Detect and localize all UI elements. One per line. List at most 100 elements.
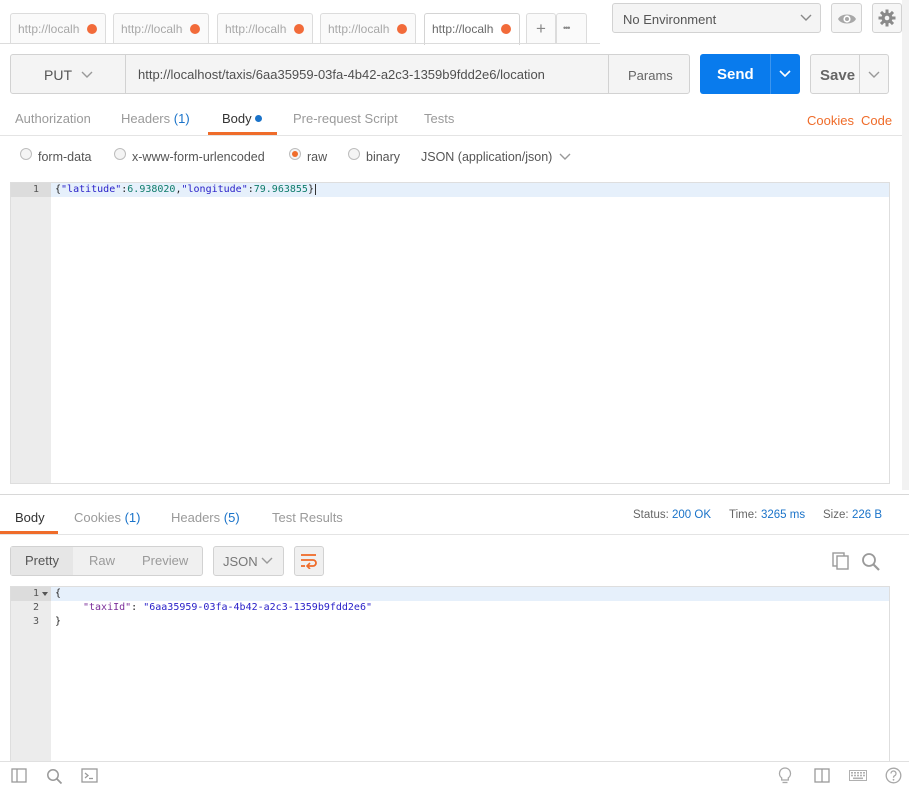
- line-number: 3: [32, 616, 39, 627]
- tab-headers[interactable]: Headers (1): [121, 111, 190, 126]
- more-tabs-button[interactable]: •••: [556, 13, 587, 44]
- keyboard-icon[interactable]: [849, 770, 867, 781]
- copy-icon[interactable]: [832, 552, 850, 570]
- response-tab-body[interactable]: Body: [15, 510, 45, 525]
- tab-label: http://localhost/taxis: [432, 22, 494, 36]
- send-options-button[interactable]: [770, 54, 800, 94]
- json-key: "latitude": [61, 184, 122, 195]
- response-tab-cookies-label: Cookies: [74, 510, 121, 525]
- active-line-highlight: [11, 587, 889, 601]
- radio-form-data[interactable]: [20, 148, 32, 160]
- tab-body[interactable]: Body: [222, 111, 262, 126]
- sidebar-toggle-icon[interactable]: [11, 768, 27, 783]
- unsaved-dot-icon[interactable]: [397, 24, 407, 34]
- tab-label: http://localhost/taxis: [225, 22, 287, 36]
- response-format-select[interactable]: JSON: [213, 546, 284, 576]
- fold-arrow-icon[interactable]: [42, 592, 48, 597]
- text-cursor: ​: [314, 184, 316, 195]
- json-number: 79.963855: [253, 184, 308, 195]
- manage-environments-button[interactable]: [872, 3, 902, 33]
- search-icon[interactable]: [46, 768, 63, 785]
- time-value[interactable]: 3265 ms: [761, 509, 805, 521]
- save-label: Save: [820, 67, 856, 84]
- two-pane-icon[interactable]: [814, 768, 830, 783]
- request-body-editor[interactable]: 1 {"latitude":6.938020,"longitude":79.96…: [10, 182, 890, 484]
- chevron-down-icon: [800, 14, 812, 21]
- request-tab[interactable]: http://localhost/taxis: [217, 13, 313, 44]
- size-label: Size:: [823, 509, 849, 521]
- content-type-value: JSON (application/json): [421, 150, 553, 164]
- wrap-lines-button[interactable]: [294, 546, 324, 576]
- size-value[interactable]: 226 B: [852, 509, 882, 521]
- view-raw-button[interactable]: Raw: [89, 553, 115, 568]
- json-number: 6.938020: [127, 184, 176, 195]
- format-value: JSON: [223, 554, 258, 569]
- radio-raw[interactable]: [289, 148, 301, 160]
- line-number: 1: [32, 184, 39, 195]
- search-icon[interactable]: [861, 552, 881, 572]
- chevron-down-icon: [81, 71, 93, 78]
- tab-bar-divider: [0, 43, 600, 44]
- json-brace: }: [55, 616, 62, 627]
- method-select[interactable]: PUT: [10, 54, 126, 94]
- request-tab[interactable]: http://localhost/taxis: [113, 13, 209, 44]
- form-data-label: form-data: [38, 150, 92, 164]
- gear-icon: [878, 9, 896, 27]
- save-button[interactable]: Save: [810, 54, 860, 94]
- params-label: Params: [628, 68, 673, 83]
- radio-urlencoded[interactable]: [114, 148, 126, 160]
- params-button[interactable]: Params: [608, 54, 690, 94]
- response-tab-cookies[interactable]: Cookies (1): [74, 510, 140, 525]
- unsaved-dot-icon[interactable]: [501, 24, 511, 34]
- environment-select[interactable]: No Environment: [612, 3, 821, 33]
- plus-icon: +: [536, 19, 546, 38]
- request-body-line: {"latitude":6.938020,"longitude":79.9638…: [55, 184, 316, 195]
- json-colon: :: [131, 602, 144, 613]
- unsaved-dot-icon[interactable]: [294, 24, 304, 34]
- subtab-divider: [0, 135, 909, 136]
- status-bar: [0, 762, 909, 787]
- response-body-viewer[interactable]: 1 2 3 { "taxiId": "6aa35959-03fa-4b42-a2…: [10, 586, 890, 762]
- unsaved-dot-icon[interactable]: [87, 24, 97, 34]
- line-number: 1: [32, 588, 39, 599]
- code-link[interactable]: Code: [861, 113, 892, 128]
- scrollbar[interactable]: [902, 0, 909, 490]
- tab-label: http://localhost/taxis: [18, 22, 80, 36]
- time-label: Time:: [729, 509, 758, 521]
- eye-icon: [838, 14, 856, 24]
- content-type-select[interactable]: JSON (application/json): [421, 150, 552, 164]
- json-brace: {: [55, 588, 62, 599]
- url-input[interactable]: http://localhost/taxis/6aa35959-03fa-4b4…: [125, 54, 609, 94]
- cookies-link[interactable]: Cookies: [807, 113, 854, 128]
- pane-splitter[interactable]: [0, 494, 909, 495]
- tab-authorization[interactable]: Authorization: [15, 111, 91, 126]
- help-icon[interactable]: [885, 767, 902, 784]
- new-tab-button[interactable]: +: [526, 13, 556, 44]
- chevron-down-icon[interactable]: [559, 153, 571, 161]
- tab-tests[interactable]: Tests: [424, 111, 454, 126]
- response-tab-headers-label: Headers: [171, 510, 221, 525]
- tab-pre-request-script[interactable]: Pre-request Script: [293, 111, 398, 126]
- radio-binary[interactable]: [348, 148, 360, 160]
- status-value[interactable]: 200 OK: [672, 509, 711, 521]
- lightbulb-icon[interactable]: [778, 767, 792, 785]
- request-tab[interactable]: http://localhost/taxis: [320, 13, 416, 44]
- unsaved-dot-icon[interactable]: [190, 24, 200, 34]
- urlencoded-label: x-www-form-urlencoded: [132, 150, 265, 164]
- response-tab-divider: [0, 534, 909, 535]
- request-tab-active[interactable]: http://localhost/taxis: [424, 13, 520, 45]
- chevron-down-icon: [779, 70, 791, 78]
- environment-quick-look-button[interactable]: [831, 3, 862, 33]
- save-options-button[interactable]: [859, 54, 889, 94]
- chevron-down-icon: [261, 557, 273, 564]
- chevron-down-icon: [868, 71, 880, 78]
- send-button[interactable]: Send: [700, 54, 770, 94]
- console-icon[interactable]: [81, 768, 98, 783]
- request-tab[interactable]: http://localhost/taxis: [10, 13, 106, 44]
- response-body-line: "taxiId": "6aa35959-03fa-4b42-a2c3-1359b…: [83, 602, 372, 613]
- response-tab-headers[interactable]: Headers (5): [171, 510, 240, 525]
- view-preview-button[interactable]: Preview: [142, 553, 188, 568]
- view-pretty-button[interactable]: Pretty: [25, 553, 59, 568]
- response-tab-test-results[interactable]: Test Results: [272, 510, 343, 525]
- editor-gutter: [11, 587, 51, 762]
